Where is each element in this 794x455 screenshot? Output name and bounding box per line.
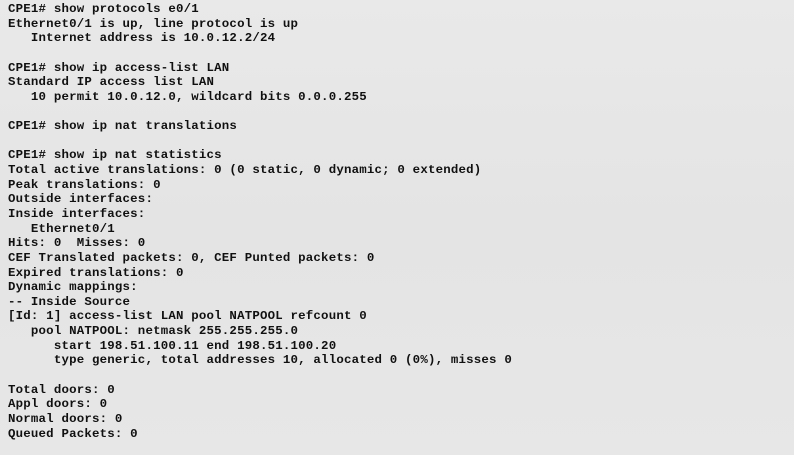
terminal-line: CPE1# show ip nat statistics <box>8 148 222 163</box>
terminal-line: Outside interfaces: <box>8 192 154 207</box>
terminal-line: Total doors: 0 <box>8 382 115 397</box>
terminal-line: Internet address is 10.0.12.2/24 <box>8 31 276 46</box>
terminal-line: Total active translations: 0 (0 static, … <box>8 163 482 178</box>
terminal-line: 10 permit 10.0.12.0, wildcard bits 0.0.0… <box>8 89 367 104</box>
terminal-line: CEF Translated packets: 0, CEF Punted pa… <box>8 250 375 265</box>
terminal-line: Queued Packets: 0 <box>8 426 138 441</box>
terminal-line: -- Inside Source <box>8 294 131 309</box>
terminal-line: CPE1# show ip nat translations <box>8 119 238 134</box>
terminal-line: Ethernet0/1 <box>8 221 115 236</box>
terminal-line: Ethernet0/1 is up, line protocol is up <box>8 16 299 31</box>
terminal-line: Dynamic mappings: <box>8 280 138 295</box>
terminal-line: Standard IP access list LAN <box>8 75 215 90</box>
terminal-line: type generic, total addresses 10, alloca… <box>8 353 512 368</box>
terminal-line: Expired translations: 0 <box>8 265 184 280</box>
terminal-line: CPE1# show protocols e0/1 <box>8 2 199 16</box>
terminal-line: Appl doors: 0 <box>8 397 108 412</box>
terminal-line: Hits: 0 Misses: 0 <box>8 236 146 251</box>
terminal-line: [Id: 1] access-list LAN pool NATPOOL ref… <box>8 309 367 324</box>
terminal-line: pool NATPOOL: netmask 255.255.255.0 <box>8 324 299 339</box>
terminal-line: CPE1# show ip access-list LAN <box>8 60 230 75</box>
terminal-line: Inside interfaces: <box>8 206 146 221</box>
terminal-line: start 198.51.100.11 end 198.51.100.20 <box>8 338 337 353</box>
terminal-line: Peak translations: 0 <box>8 177 161 192</box>
terminal-output: CPE1# show protocols e0/1 Ethernet0/1 is… <box>0 0 794 455</box>
terminal-line: Normal doors: 0 <box>8 411 123 426</box>
